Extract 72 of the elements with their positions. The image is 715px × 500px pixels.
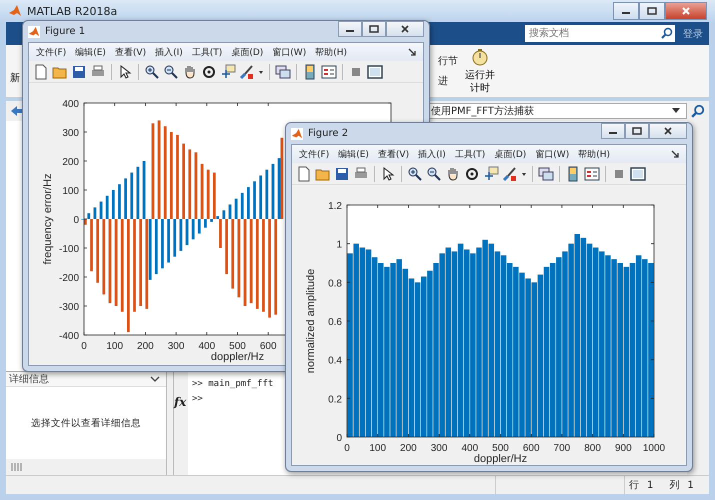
run-and-time-button[interactable]: 运行并计时	[458, 45, 502, 97]
tick-label: 0.8	[328, 278, 342, 290]
axis-label: frequency error/Hz	[42, 173, 54, 265]
tick-label: -300	[58, 302, 79, 313]
command-prompt[interactable]: >>	[192, 392, 203, 407]
tick-label: 500	[492, 443, 509, 454]
tick-label: 900	[614, 443, 632, 454]
window-title: MATLAB R2018a	[27, 4, 118, 18]
menu-item[interactable]: 文件(F)	[36, 46, 66, 58]
tick-label: 600	[522, 443, 540, 454]
tick-label: 1.2	[328, 201, 342, 212]
command-line: >> main_pmf_fft	[192, 378, 274, 391]
tick-label: 300	[168, 341, 184, 352]
row-label: 行	[629, 479, 639, 492]
figure-title: Figure 2	[308, 128, 348, 139]
menu-item[interactable]: 工具(T)	[192, 46, 222, 58]
axis-label: normalized amplitude	[305, 268, 317, 374]
menu-item[interactable]: 查看(V)	[378, 148, 410, 160]
menu-item[interactable]: 窗口(W)	[272, 46, 306, 58]
menu-item[interactable]: 帮助(H)	[578, 148, 610, 160]
tick-label: 0.4	[328, 356, 342, 367]
tick-label: 200	[137, 341, 154, 352]
tick-label: 100	[369, 443, 386, 454]
tick-label: 1	[336, 240, 342, 251]
menu-item[interactable]: 编辑(E)	[338, 148, 369, 160]
menu-item[interactable]: 编辑(E)	[75, 46, 106, 58]
sign-in-link[interactable]: 登录	[683, 26, 703, 40]
tick-label: -100	[58, 244, 79, 255]
toolstrip-label[interactable]: 行节	[438, 54, 458, 68]
column-number: 1	[687, 480, 694, 490]
search-field[interactable]: 搜索文档	[525, 25, 659, 42]
tick-label: 0	[81, 341, 87, 352]
tick-label: 300	[430, 443, 448, 454]
column-label: 列	[669, 479, 680, 492]
menu-item[interactable]: 查看(V)	[114, 46, 146, 58]
tick-label: 300	[62, 128, 79, 139]
tick-label: 100	[62, 186, 79, 197]
menu-item[interactable]: 插入(I)	[418, 148, 446, 160]
tick-label: 400	[62, 99, 79, 110]
tick-label: 400	[461, 443, 478, 454]
figure-title: Figure 1	[45, 26, 86, 37]
tick-label: 0	[336, 433, 342, 444]
tick-label: -400	[58, 331, 79, 342]
axis-label: doppler/Hz	[474, 453, 528, 465]
tick-label: 0.2	[328, 394, 342, 406]
tick-label: 1000	[642, 443, 666, 454]
tick-label: 0	[73, 215, 79, 226]
toolstrip-label[interactable]: 进	[438, 74, 458, 88]
tick-label: 700	[554, 443, 570, 454]
menu-item[interactable]: 文件(F)	[299, 148, 330, 160]
details-dropdown[interactable]: 详细信息	[6, 371, 166, 386]
menu-item[interactable]: 桌面(D)	[231, 46, 264, 58]
tick-label: 0.6	[328, 317, 342, 328]
menu-item[interactable]: 窗口(W)	[535, 148, 570, 160]
function-browser-button[interactable]: fx	[174, 395, 188, 409]
tick-label: 600	[260, 341, 277, 352]
tick-label: 500	[229, 341, 246, 352]
tick-label: 200	[400, 443, 417, 454]
tick-label: -200	[58, 273, 79, 284]
menu-item[interactable]: 工具(T)	[454, 148, 486, 160]
new-button[interactable]: 新	[10, 57, 20, 85]
axis-label: doppler/Hz	[210, 351, 264, 363]
tick-label: 0	[344, 443, 350, 454]
menu-item[interactable]: 插入(I)	[155, 46, 183, 58]
tick-label: 100	[106, 341, 124, 352]
row-number: 1	[647, 480, 654, 490]
menu-item[interactable]: 帮助(H)	[315, 46, 347, 58]
tick-label: 400	[198, 341, 216, 352]
tick-label: 200	[62, 157, 79, 168]
menu-item[interactable]: 桌面(D)	[494, 148, 526, 160]
details-message: 选择文件以查看详细信息	[31, 416, 141, 430]
tick-label: 800	[584, 443, 601, 454]
